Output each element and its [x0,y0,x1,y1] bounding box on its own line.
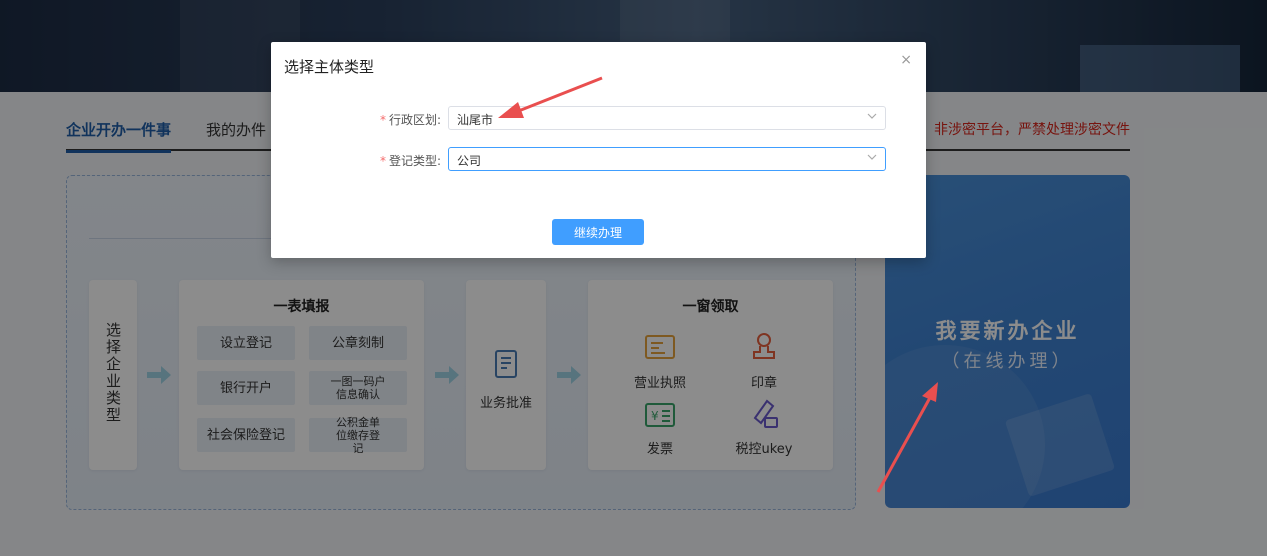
annotation-arrow-icon [498,76,603,118]
chevron-down-icon [867,113,877,119]
chevron-down-icon [867,154,877,160]
region-label: * 行政区划: [379,113,441,127]
registration-type-value: 公司 [457,154,482,168]
region-value: 汕尾市 [457,113,494,127]
select-entity-type-dialog: 选择主体类型 × * 行政区划: 汕尾市 * 登记类型: 公司 继续办理 [271,42,926,258]
continue-button[interactable]: 继续办理 [552,219,644,245]
registration-type-label: * 登记类型: [379,154,441,168]
registration-type-select[interactable]: 公司 [448,147,886,171]
close-icon[interactable]: × [900,52,912,68]
annotation-arrow-icon [876,382,938,493]
dialog-title: 选择主体类型 [284,58,375,76]
